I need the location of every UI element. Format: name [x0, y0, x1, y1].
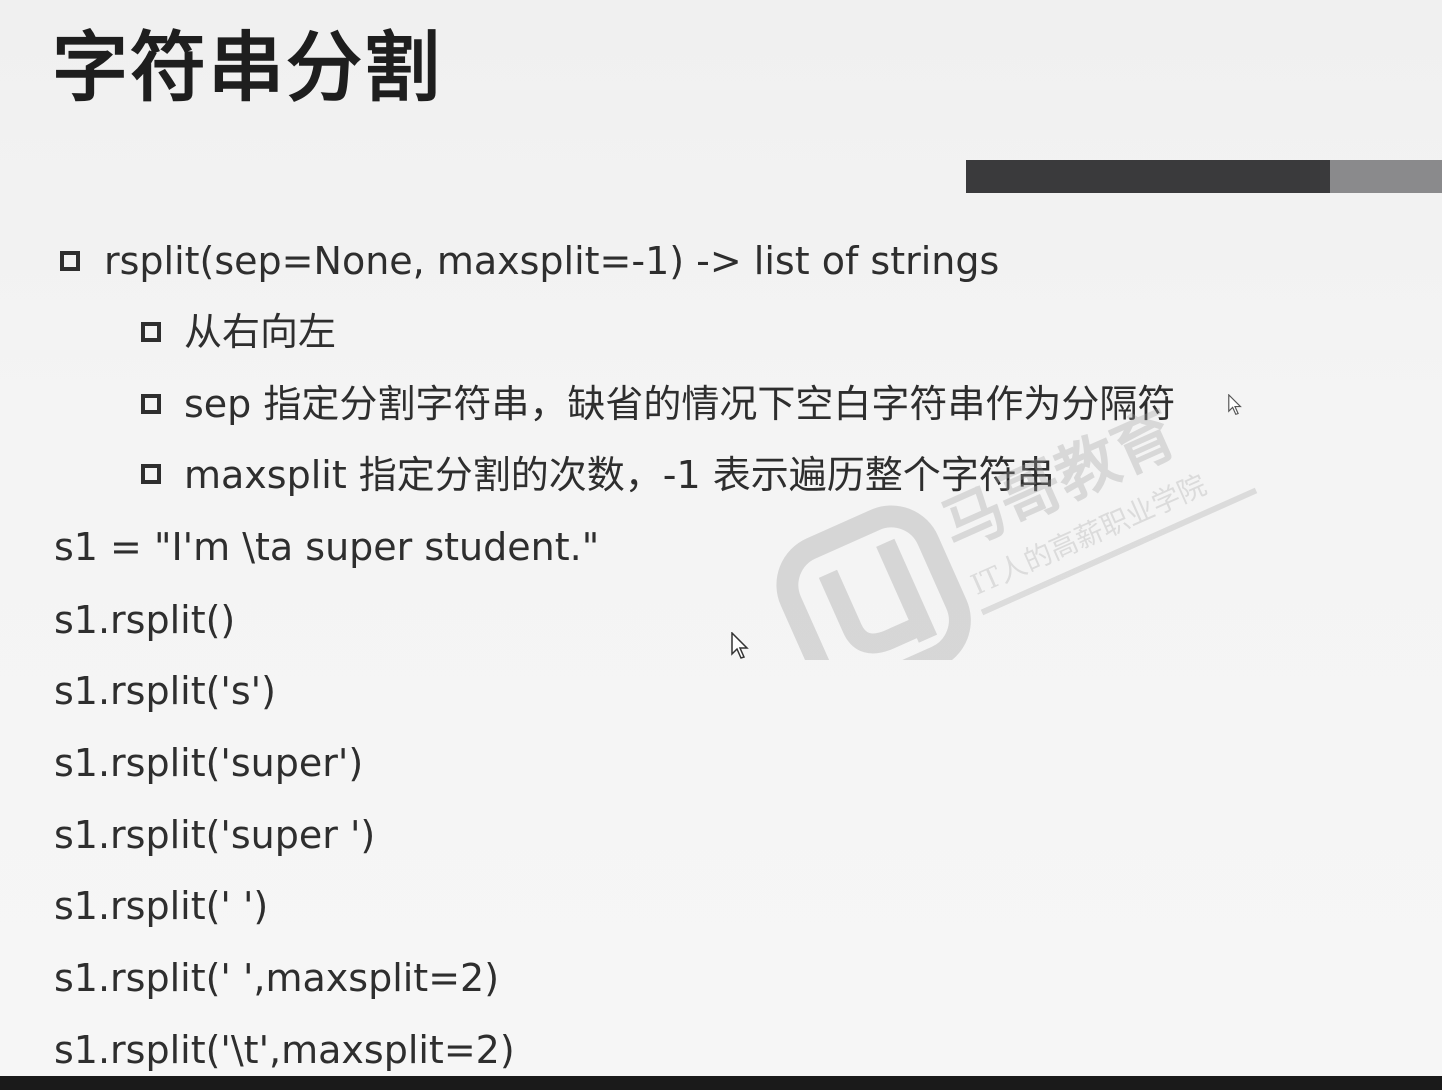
- code-line: s1.rsplit('s'): [54, 669, 276, 713]
- code-line: s1.rsplit(): [54, 598, 236, 642]
- code-line: s1.rsplit('super '): [54, 813, 376, 857]
- code-line: s1.rsplit('\t',maxsplit=2): [54, 1028, 515, 1072]
- square-bullet-icon: [141, 322, 161, 342]
- square-bullet-icon: [60, 251, 80, 271]
- mouse-cursor-icon: [731, 632, 749, 659]
- slide: 字符串分割 rsplit(sep=None, maxsplit=-1) -> l…: [0, 0, 1442, 1090]
- code-line: s1.rsplit('super'): [54, 741, 364, 785]
- square-bullet-icon: [141, 464, 161, 484]
- title-accent-bar-dark: [966, 160, 1330, 193]
- title-accent-bar-light: [1330, 160, 1442, 193]
- square-bullet-icon: [141, 394, 161, 414]
- bottom-edge-strip: [0, 1076, 1442, 1090]
- bullet-item: rsplit(sep=None, maxsplit=-1) -> list of…: [104, 239, 1000, 283]
- mouse-cursor-icon: [1228, 394, 1242, 416]
- code-line: s1 = "I'm \ta super student.": [54, 525, 600, 569]
- code-line: s1.rsplit(' '): [54, 884, 269, 928]
- code-line: s1.rsplit(' ',maxsplit=2): [54, 956, 500, 1000]
- bullet-item: 从右向左: [184, 310, 337, 354]
- brand-watermark-logo: 马哥教育 IT人的高薪职业学院: [776, 400, 1258, 660]
- slide-title: 字符串分割: [52, 23, 442, 112]
